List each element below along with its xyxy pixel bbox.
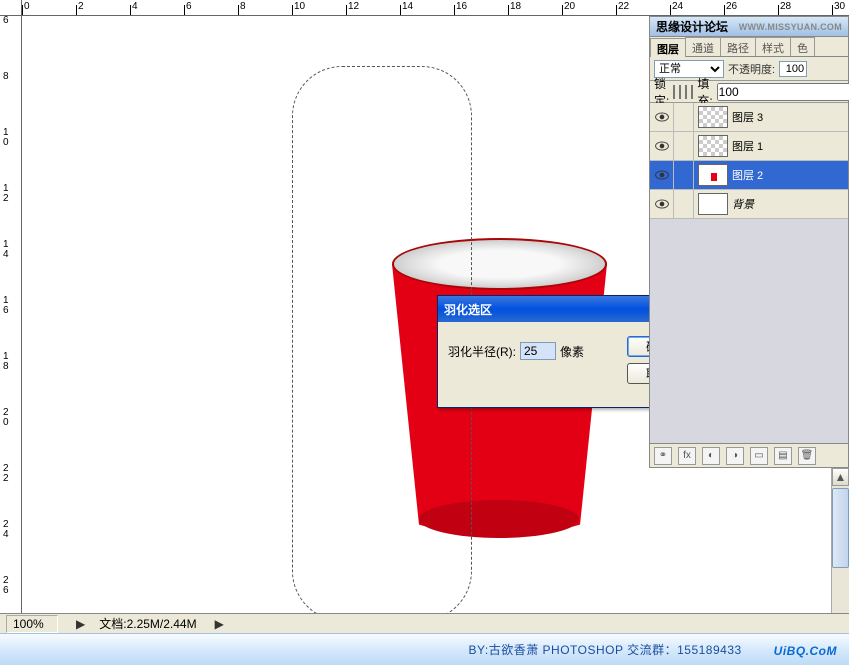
- ruler-v-label: 18: [3, 352, 9, 372]
- ruler-v-label: 22: [3, 464, 9, 484]
- group-icon[interactable]: ▭: [750, 447, 768, 465]
- adjustment-icon[interactable]: ◑: [726, 447, 744, 465]
- fill-input[interactable]: [717, 83, 849, 101]
- layers-list: 图层 3 图层 1 图层 2 背景: [650, 103, 848, 443]
- ruler-v-label: 10: [3, 128, 9, 148]
- layer-name: 图层 2: [732, 167, 763, 183]
- tab-1[interactable]: 通道: [685, 37, 721, 56]
- opacity-label: 不透明度:: [728, 61, 775, 77]
- ruler-h-label: 26: [726, 1, 737, 12]
- ruler-h-label: 12: [348, 1, 359, 12]
- layer-row[interactable]: 图层 1: [650, 132, 848, 161]
- ruler-corner: [0, 0, 22, 16]
- footer-credit: BY:古欲香萧 PHOTOSHOP 交流群：155189433: [469, 641, 742, 658]
- tab-2[interactable]: 路径: [720, 37, 756, 56]
- docinfo-menu-icon[interactable]: ▶: [215, 617, 224, 631]
- layer-link-cell[interactable]: [674, 103, 694, 131]
- layer-link-cell[interactable]: [674, 132, 694, 160]
- panel-options-row1: 正常 不透明度:: [650, 57, 848, 81]
- footer-logo: UiBQ.CoM: [774, 638, 837, 661]
- lock-paint-icon[interactable]: [679, 85, 681, 99]
- layer-row[interactable]: 图层 3: [650, 103, 848, 132]
- ruler-v-label: 16: [3, 296, 9, 316]
- ruler-v-label: 8: [3, 72, 9, 82]
- tab-0[interactable]: 图层: [650, 38, 686, 57]
- panel-header: 思缘设计论坛 WWW.MISSYUAN.COM: [650, 17, 848, 37]
- visibility-eye-icon[interactable]: [650, 161, 674, 189]
- layer-thumbnail: [698, 193, 728, 215]
- visibility-eye-icon[interactable]: [650, 132, 674, 160]
- opacity-input[interactable]: [779, 61, 807, 77]
- ruler-h-label: 18: [510, 1, 521, 12]
- ruler-h-label: 24: [672, 1, 683, 12]
- mask-icon[interactable]: ◐: [702, 447, 720, 465]
- visibility-eye-icon[interactable]: [650, 103, 674, 131]
- radius-unit: 像素: [560, 343, 584, 360]
- trash-icon[interactable]: 🗑: [798, 447, 816, 465]
- fx-icon[interactable]: fx: [678, 447, 696, 465]
- vertical-scrollbar[interactable]: ▲: [831, 468, 849, 613]
- layer-name: 背景: [732, 196, 754, 212]
- ruler-h-label: 28: [780, 1, 791, 12]
- tab-3[interactable]: 样式: [755, 37, 791, 56]
- ruler-h-label: 8: [240, 1, 246, 12]
- status-bar: 100% ▶ 文档:2.25M/2.44M ▶: [0, 613, 849, 633]
- layer-link-cell[interactable]: [674, 161, 694, 189]
- ruler-h-label: 30: [834, 1, 845, 12]
- ruler-v-label: 20: [3, 408, 9, 428]
- layer-row[interactable]: 背景: [650, 190, 848, 219]
- ruler-h-label: 0: [24, 1, 30, 12]
- ruler-h-label: 6: [186, 1, 192, 12]
- tab-4[interactable]: 色: [790, 37, 815, 56]
- radius-field-row: 羽化半径(R): 像素: [448, 336, 584, 360]
- ruler-h-label: 22: [618, 1, 629, 12]
- lock-trans-icon[interactable]: [673, 85, 675, 99]
- footer-strip: BY:古欲香萧 PHOTOSHOP 交流群：155189433 UiBQ.CoM: [0, 633, 849, 665]
- new-layer-icon[interactable]: ▤: [774, 447, 792, 465]
- dialog-title-text: 羽化选区: [444, 301, 492, 318]
- ruler-vertical: 6 8 10 12 14 16 18 20 22 24 26: [0, 16, 22, 613]
- ruler-h-label: 16: [456, 1, 467, 12]
- scroll-up-icon[interactable]: ▲: [832, 468, 849, 486]
- panel-watermark: WWW.MISSYUAN.COM: [739, 22, 842, 32]
- panel-header-text: 思缘设计论坛: [656, 18, 728, 35]
- radius-input[interactable]: [520, 342, 556, 360]
- lock-all-icon[interactable]: [691, 85, 693, 99]
- layer-thumbnail: [698, 106, 728, 128]
- ruler-v-label: 26: [3, 576, 9, 596]
- ruler-h-label: 4: [132, 1, 138, 12]
- panel-tabs: 图层通道路径样式色: [650, 37, 848, 57]
- ruler-v-label: 12: [3, 184, 9, 204]
- lock-move-icon[interactable]: [685, 85, 687, 99]
- layers-panel: 思缘设计论坛 WWW.MISSYUAN.COM 图层通道路径样式色 正常 不透明…: [649, 16, 849, 468]
- link-layers-icon[interactable]: ⚭: [654, 447, 672, 465]
- ruler-v-label: 24: [3, 520, 9, 540]
- scroll-thumb[interactable]: [832, 488, 849, 568]
- radius-label: 羽化半径(R):: [448, 343, 516, 360]
- ruler-h-label: 20: [564, 1, 575, 12]
- layer-name: 图层 1: [732, 138, 763, 154]
- app-root: 024681012141618202224262830 681012141618…: [0, 0, 849, 665]
- zoom-level[interactable]: 100%: [6, 615, 58, 633]
- document-info: 文档:2.25M/2.44M: [99, 615, 196, 632]
- layer-thumbnail: [698, 164, 728, 186]
- ruler-horizontal: 024681012141618202224262830: [22, 0, 849, 16]
- layer-row[interactable]: 图层 2: [650, 161, 848, 190]
- ruler-h-label: 2: [78, 1, 84, 12]
- ruler-v-label: 6: [3, 16, 9, 26]
- zoom-menu-icon[interactable]: ▶: [76, 617, 85, 631]
- ruler-h-label: 14: [402, 1, 413, 12]
- layer-link-cell[interactable]: [674, 190, 694, 218]
- panel-bottom-toolbar: ⚭ fx ◐ ◑ ▭ ▤ 🗑: [650, 443, 848, 467]
- ruler-v-label: 14: [3, 240, 9, 260]
- panel-options-row2: 锁定: 填充:: [650, 81, 848, 103]
- layer-thumbnail: [698, 135, 728, 157]
- visibility-eye-icon[interactable]: [650, 190, 674, 218]
- ruler-h-label: 10: [294, 1, 305, 12]
- layer-name: 图层 3: [732, 109, 763, 125]
